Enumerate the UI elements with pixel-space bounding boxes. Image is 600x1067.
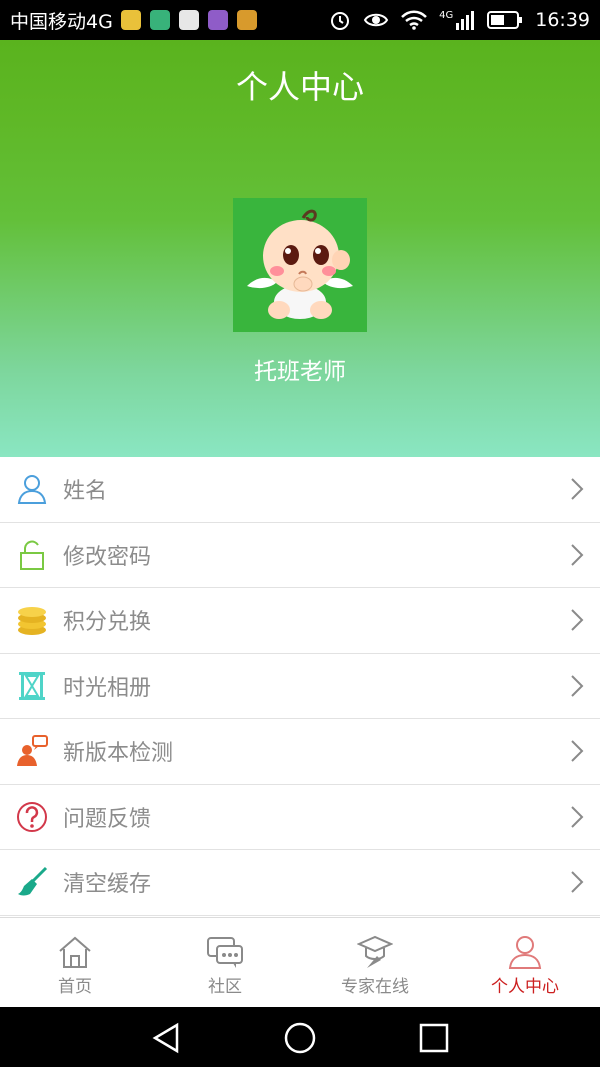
chevron-right-icon [571,740,584,762]
tab-expert-online[interactable]: 专家在线 [300,918,450,1007]
menu-item-name[interactable]: 姓名 [0,457,600,523]
tab-profile[interactable]: 个人中心 [450,918,600,1007]
clock: 16:39 [535,9,590,31]
menu-item-clear-cache[interactable]: 清空缓存 [0,850,600,916]
home-icon [59,936,91,968]
page-title: 个人中心 [235,68,364,106]
alarm-icon [331,12,350,30]
menu-item-points-exchange[interactable]: 积分兑换 [0,588,600,654]
notification-icon [120,10,141,30]
settings-menu: 姓名 修改密码 积分兑换 时光相册 新版本检测 问题反馈 清空缓存 [0,457,600,916]
chevron-right-icon [571,675,584,697]
status-bar: 中国移动4G 4G 16:39 [0,0,600,40]
hourglass-icon [19,671,45,700]
chevron-right-icon [571,806,584,828]
profile-header: 个人中心 托班老师 [0,40,600,457]
recent-apps-icon[interactable] [417,1021,451,1055]
question-icon [17,801,47,832]
graduation-cap-icon [357,935,393,968]
signal-icon [456,11,475,30]
menu-label: 新版本检测 [63,741,174,767]
home-circle-icon[interactable] [283,1021,317,1055]
screen: 中国移动4G 4G 16:39 个人中心 托班老师 姓名 修改密码 积分兑换 时… [0,0,600,1067]
menu-label: 积分兑换 [63,610,152,636]
menu-label: 姓名 [63,479,108,505]
tab-label: 专家在线 [341,977,409,997]
notification-icon [178,10,199,30]
notification-icon [207,10,228,30]
broom-icon [18,867,48,896]
menu-label: 时光相册 [63,675,152,701]
bottom-tab-bar: 首页 社区 专家在线 个人中心 [0,917,600,1007]
menu-item-feedback[interactable]: 问题反馈 [0,785,600,850]
menu-item-time-album[interactable]: 时光相册 [0,654,600,719]
chevron-right-icon [571,544,584,566]
network-type: 4G [439,10,454,21]
chat-icon [207,937,243,968]
chevron-right-icon [571,478,584,500]
menu-item-change-password[interactable]: 修改密码 [0,523,600,588]
menu-item-version-check[interactable]: 新版本检测 [0,719,600,785]
notification-icon [149,10,170,30]
user-icon [17,475,47,505]
notification-icon [236,10,257,30]
eye-icon [363,13,389,27]
back-icon[interactable] [149,1021,183,1055]
username: 托班老师 [254,359,346,385]
menu-label: 清空缓存 [63,872,152,898]
system-nav-bar [0,1007,600,1067]
user-icon [508,936,542,969]
tab-label: 个人中心 [491,977,559,997]
tab-label: 首页 [58,977,92,997]
baby-angel-avatar-icon [247,209,353,319]
menu-label: 问题反馈 [63,806,152,832]
avatar[interactable] [233,198,367,332]
tab-community[interactable]: 社区 [150,918,300,1007]
wifi-icon [401,10,427,30]
unlock-icon [20,540,44,570]
carrier-label: 中国移动4G [10,10,113,33]
chevron-right-icon [571,609,584,631]
coins-icon [18,607,46,636]
menu-label: 修改密码 [63,544,152,570]
battery-icon [487,11,523,29]
chevron-right-icon [571,871,584,893]
person-speech-icon [17,735,48,767]
tab-home[interactable]: 首页 [0,918,150,1007]
tab-label: 社区 [208,977,242,997]
